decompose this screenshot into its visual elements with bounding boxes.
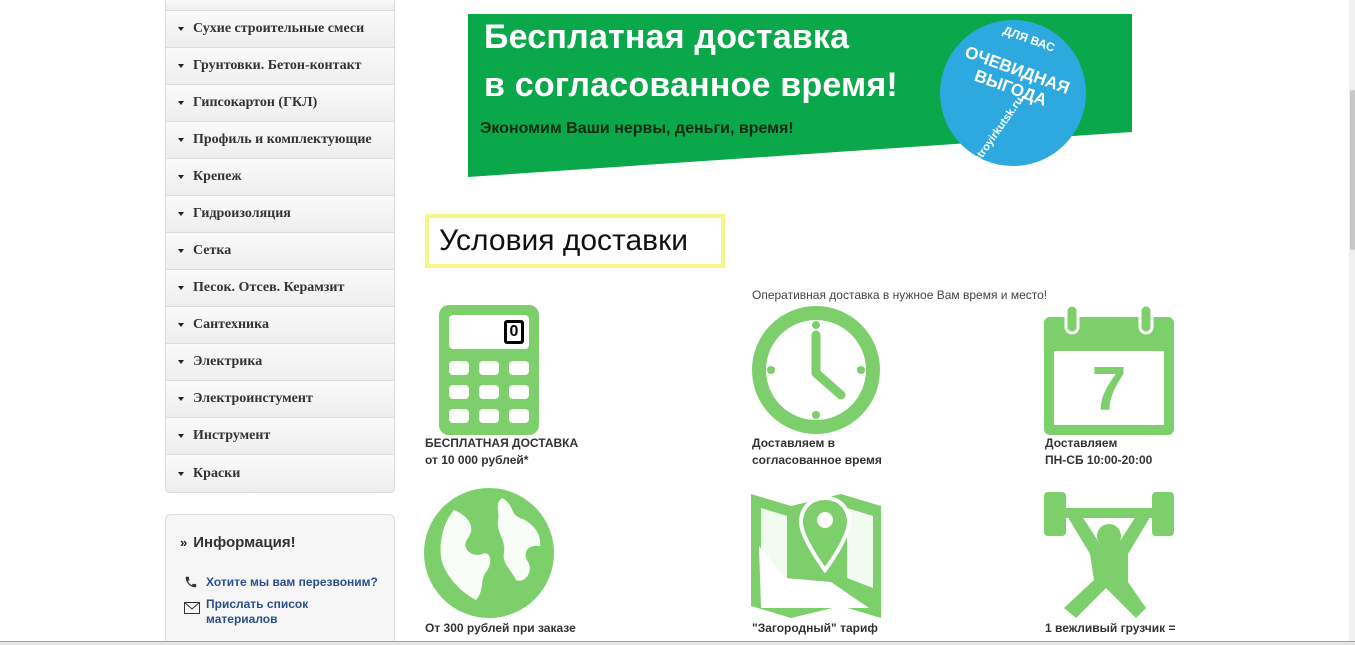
benefit-badge: ДЛЯ ВАС ОЧЕВИДНАЯ ВЫГОДА stroyirkutsk.ru bbox=[940, 20, 1086, 166]
feature-line-2: согласованное время bbox=[752, 453, 882, 467]
category-item[interactable]: Песок. Отсев. Керамзит bbox=[166, 270, 394, 307]
callback-link[interactable]: Хотите мы вам перезвоним? bbox=[184, 575, 378, 592]
banner-headline-1: Бесплатная доставка bbox=[484, 18, 850, 56]
lead-text: Оперативная доставка в нужное Вам время … bbox=[752, 288, 1048, 302]
category-label: Электрика bbox=[193, 354, 263, 369]
category-item[interactable]: Инструмент bbox=[166, 418, 394, 455]
category-label: Краски bbox=[193, 465, 241, 481]
feature-text: Доставляем ПН-СБ 10:00-20:00 bbox=[1045, 435, 1152, 469]
category-item[interactable]: Крепеж bbox=[166, 159, 394, 196]
double-chevron-icon: » bbox=[180, 535, 188, 550]
scrollbar-thumb[interactable] bbox=[1350, 90, 1355, 250]
category-item[interactable]: Электрика bbox=[166, 344, 394, 381]
category-item[interactable]: Профиль и комплектующие bbox=[166, 122, 394, 159]
info-title-text: Информация! bbox=[193, 534, 296, 551]
banner-headline-2: в согласованное время! bbox=[484, 66, 898, 104]
category-label: Крепеж bbox=[193, 169, 242, 184]
feature-line-1: 1 вежливый грузчик = bbox=[1045, 621, 1176, 635]
category-item[interactable]: Гидроизоляция bbox=[166, 196, 394, 233]
feature-text: 1 вежливый грузчик = bbox=[1045, 620, 1175, 637]
category-label: Электроинстумент bbox=[193, 391, 313, 406]
weightlifter-icon bbox=[1044, 490, 1174, 620]
category-item[interactable]: Сухие строительные смеси bbox=[166, 11, 394, 48]
calculator-display: 0 bbox=[504, 320, 524, 344]
category-label: Профиль и комплектующие bbox=[193, 132, 372, 147]
category-item[interactable]: Сетка bbox=[166, 233, 394, 270]
category-label: Сантехника bbox=[193, 317, 269, 332]
feature-line-1: Доставляем bbox=[1045, 436, 1118, 450]
feature-line-1: От 300 рублей при заказе bbox=[425, 621, 576, 635]
caret-down-icon bbox=[178, 101, 184, 105]
window-bottom-edge bbox=[0, 641, 1355, 645]
feature-line-1: БЕСПЛАТНАЯ ДОСТАВКА bbox=[425, 436, 579, 450]
feature-text: БЕСПЛАТНАЯ ДОСТАВКА от 10 000 рублей* bbox=[425, 435, 578, 469]
category-item[interactable]: Краски bbox=[166, 455, 394, 492]
send-list-link[interactable]: Прислать список материалов bbox=[184, 597, 334, 627]
feature-text: "Загородный" тариф bbox=[752, 620, 878, 637]
page-scrollbar[interactable] bbox=[1349, 0, 1355, 645]
globe-icon bbox=[424, 488, 554, 618]
category-label: Сетка bbox=[193, 243, 232, 258]
category-label: Грунтовки. Бетон-контакт bbox=[193, 58, 362, 73]
category-menu: Сухие строительные смеси Грунтовки. Бето… bbox=[165, 0, 395, 493]
category-label: Песок. Отсев. Керамзит bbox=[193, 280, 345, 295]
badge-url-text: stroyirkutsk.ru bbox=[971, 95, 1026, 165]
category-label: Инструмент bbox=[193, 428, 271, 443]
category-item[interactable]: Электроинстумент bbox=[166, 381, 394, 418]
info-panel: » Информация! Хотите мы вам перезвоним? … bbox=[165, 514, 395, 645]
caret-down-icon bbox=[178, 138, 184, 142]
category-item[interactable]: Грунтовки. Бетон-контакт bbox=[166, 48, 394, 85]
category-label: Гипсокартон (ГКЛ) bbox=[193, 95, 318, 110]
caret-down-icon bbox=[178, 286, 184, 290]
caret-down-icon bbox=[178, 175, 184, 179]
map-pin-icon bbox=[751, 490, 881, 620]
callback-link-text: Хотите мы вам перезвоним? bbox=[206, 575, 378, 589]
caret-down-icon bbox=[178, 212, 184, 216]
category-item[interactable]: Сантехника bbox=[166, 307, 394, 344]
calendar-day: 7 bbox=[1091, 355, 1127, 424]
delivery-banner: Бесплатная доставка в согласованное врем… bbox=[468, 14, 1132, 177]
banner-subline: Экономим Ваши нервы, деньги, время! bbox=[480, 120, 794, 137]
caret-down-icon bbox=[178, 323, 184, 327]
page-title: Условия доставки bbox=[425, 214, 725, 268]
caret-down-icon bbox=[178, 249, 184, 253]
feature-line-1: "Загородный" тариф bbox=[752, 621, 878, 635]
feature-line-2: ПН-СБ 10:00-20:00 bbox=[1045, 453, 1153, 467]
caret-down-icon bbox=[178, 360, 184, 364]
envelope-icon bbox=[184, 602, 200, 617]
send-list-link-text: Прислать список материалов bbox=[206, 597, 309, 626]
caret-down-icon bbox=[178, 397, 184, 401]
calculator-icon: 0 bbox=[425, 305, 555, 435]
category-item-top bbox=[166, 0, 394, 11]
info-panel-title: » Информация! bbox=[180, 534, 296, 551]
feature-text: От 300 рублей при заказе bbox=[425, 620, 576, 637]
caret-down-icon bbox=[178, 471, 184, 476]
clock-icon bbox=[751, 305, 881, 435]
feature-line-2: от 10 000 рублей* bbox=[425, 453, 529, 467]
category-label: Сухие строительные смеси bbox=[193, 21, 365, 36]
phone-icon bbox=[184, 575, 200, 592]
category-item[interactable]: Гипсокартон (ГКЛ) bbox=[166, 85, 394, 122]
feature-line-1: Доставляем в bbox=[752, 436, 836, 450]
calendar-icon: 7 bbox=[1044, 303, 1174, 435]
caret-down-icon bbox=[178, 27, 184, 31]
caret-down-icon bbox=[178, 64, 184, 68]
caret-down-icon bbox=[178, 434, 184, 438]
category-label: Гидроизоляция bbox=[193, 206, 291, 221]
feature-text: Доставляем в согласованное время bbox=[752, 435, 882, 469]
